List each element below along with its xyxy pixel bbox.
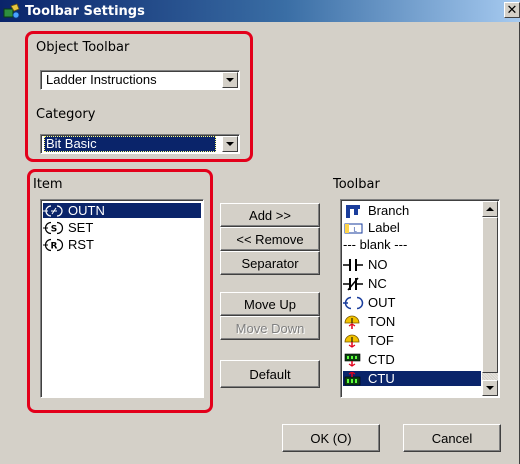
list-item[interactable]: R RST (43, 237, 201, 252)
add-button[interactable]: Add >> (220, 203, 320, 227)
toolbar-listbox[interactable]: Branch L Label --- blank --- NO NC OUT T… (340, 199, 500, 398)
nc-contact-icon (343, 277, 365, 291)
svg-text:R: R (51, 241, 58, 251)
toolbar-item-label: Label (368, 220, 400, 235)
toolbar-settings-dialog: Toolbar Settings ✕ Object Toolbar Ladder… (0, 0, 520, 464)
outn-coil-icon (43, 204, 65, 218)
ok-button[interactable]: OK (O) (282, 424, 380, 452)
title-bar[interactable]: Toolbar Settings ✕ (0, 0, 520, 22)
item-listbox[interactable]: OUTN S SET R RST (40, 199, 204, 398)
list-item[interactable]: CTU (343, 370, 481, 386)
list-item[interactable]: OUTN (43, 203, 201, 218)
object-toolbar-select[interactable]: Ladder Instructions (40, 70, 240, 90)
toolbar-scrollbar[interactable] (482, 201, 498, 396)
branch-icon (343, 204, 365, 218)
move-down-button[interactable]: Move Down (220, 316, 320, 340)
item-label-text: OUTN (68, 203, 105, 218)
tof-timer-icon (343, 334, 365, 348)
set-coil-icon: S (43, 221, 65, 235)
list-item[interactable]: Branch (343, 203, 481, 218)
app-icon (3, 3, 21, 19)
list-item[interactable]: --- blank --- (343, 237, 481, 252)
svg-text:S: S (51, 224, 57, 234)
rst-coil-icon: R (43, 238, 65, 252)
toolbar-item-label: TON (368, 314, 396, 329)
scroll-down-icon[interactable] (482, 380, 498, 396)
chevron-down-icon[interactable] (222, 72, 238, 88)
ctu-counter-icon (343, 370, 365, 386)
list-item[interactable]: S SET (43, 220, 201, 235)
list-item[interactable]: TOF (343, 333, 481, 348)
category-select[interactable]: Bit Basic (40, 134, 240, 154)
item-label-text: SET (68, 220, 94, 235)
out-coil-icon (343, 296, 365, 310)
chevron-down-icon[interactable] (222, 136, 238, 152)
item-label: Item (33, 177, 63, 192)
toolbar-item-label: CTU (368, 371, 395, 386)
default-button[interactable]: Default (220, 360, 320, 388)
list-item[interactable]: NC (343, 276, 481, 291)
list-item[interactable]: CTD (343, 352, 481, 367)
item-label-text: RST (68, 237, 94, 252)
remove-button[interactable]: << Remove (220, 227, 320, 251)
toolbar-item-label: NC (368, 276, 387, 291)
toolbar-item-label: OUT (368, 295, 396, 310)
no-contact-icon (343, 258, 365, 272)
category-label: Category (36, 107, 96, 122)
label-icon: L (343, 221, 365, 235)
category-value: Bit Basic (44, 136, 216, 152)
toolbar-item-label: TOF (368, 333, 394, 348)
ton-timer-icon (343, 315, 365, 329)
object-toolbar-value: Ladder Instructions (46, 72, 157, 87)
toolbar-item-label: Branch (368, 203, 410, 218)
scroll-thumb[interactable] (482, 217, 498, 373)
list-item[interactable]: TON (343, 314, 481, 329)
toolbar-item-label: NO (368, 257, 388, 272)
list-item[interactable]: OUT (343, 295, 481, 310)
separator-button[interactable]: Separator (220, 251, 320, 275)
toolbar-item-label: CTD (368, 352, 395, 367)
toolbar-label: Toolbar (333, 177, 380, 192)
scroll-up-icon[interactable] (482, 201, 498, 217)
ctd-counter-icon (343, 353, 365, 367)
object-toolbar-label: Object Toolbar (36, 40, 130, 55)
close-icon[interactable]: ✕ (504, 2, 520, 18)
list-item[interactable]: NO (343, 257, 481, 272)
move-up-button[interactable]: Move Up (220, 292, 320, 316)
list-item[interactable]: L Label (343, 220, 481, 235)
cancel-button[interactable]: Cancel (403, 424, 501, 452)
toolbar-item-label: --- blank --- (343, 237, 408, 252)
window-title: Toolbar Settings (25, 3, 145, 19)
